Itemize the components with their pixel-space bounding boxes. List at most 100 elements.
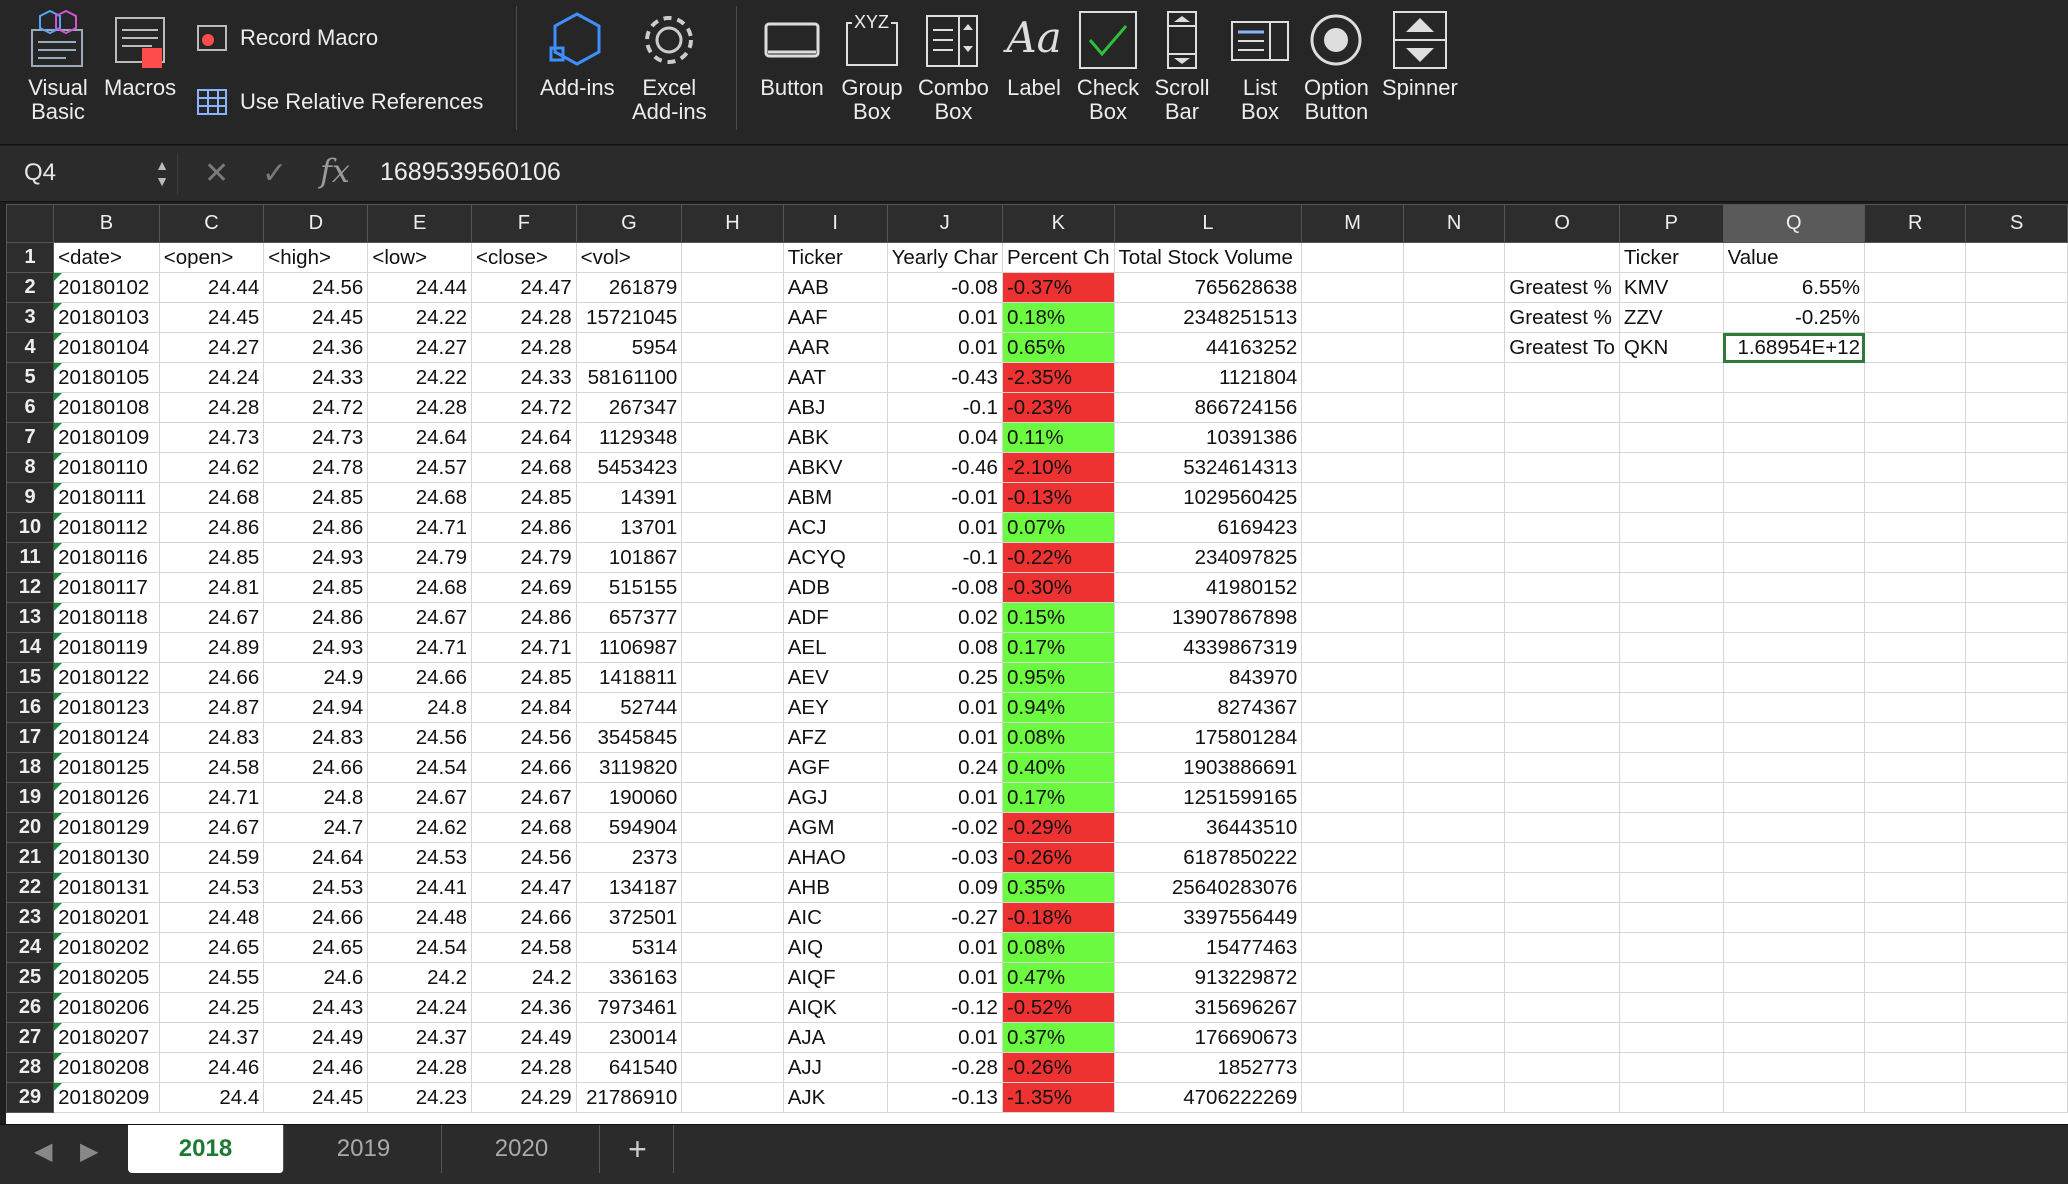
cell-pct[interactable]: -0.18% xyxy=(1001,902,1115,933)
cell-tv[interactable]: 4706222269 xyxy=(1113,1082,1303,1113)
cell-empty[interactable] xyxy=(1301,662,1404,693)
cell-ticker[interactable]: AIQK xyxy=(782,992,888,1023)
cell-pct[interactable]: 0.17% xyxy=(1001,782,1115,813)
cell-empty[interactable] xyxy=(1301,482,1404,513)
cell-empty[interactable] xyxy=(1301,782,1404,813)
group-box-control[interactable]: XYZ Group Box xyxy=(840,8,904,124)
cell-vol[interactable]: 21786910 xyxy=(575,1082,683,1113)
cell-empty[interactable] xyxy=(1863,452,1967,483)
cell-low[interactable]: 24.37 xyxy=(367,1022,473,1053)
cell-p[interactable] xyxy=(1618,662,1724,693)
cell-pct[interactable]: -0.22% xyxy=(1001,542,1115,573)
cell-empty[interactable] xyxy=(1301,1022,1404,1053)
cell-empty[interactable] xyxy=(1402,782,1506,813)
cell-empty[interactable] xyxy=(1402,512,1506,543)
cell-high[interactable]: 24.72 xyxy=(263,392,369,423)
cell-ticker[interactable]: AAB xyxy=(782,272,888,303)
cell-ticker[interactable]: AIC xyxy=(782,902,888,933)
cell-o[interactable]: Greatest To xyxy=(1504,332,1620,363)
cell-empty[interactable] xyxy=(681,512,784,543)
cell-tv[interactable]: 1121804 xyxy=(1113,362,1303,393)
insert-function-icon[interactable]: fx xyxy=(320,152,350,190)
cell-open[interactable]: 24.28 xyxy=(158,392,265,423)
cell-yc[interactable]: -0.43 xyxy=(886,362,1003,393)
cell-ticker[interactable]: AGM xyxy=(782,812,888,843)
cell-empty[interactable] xyxy=(681,752,784,783)
cell-low[interactable]: 24.79 xyxy=(367,542,473,573)
cell-high[interactable]: 24.6 xyxy=(263,962,369,993)
cell-yc[interactable]: 0.04 xyxy=(886,422,1003,453)
column-header-m[interactable]: M xyxy=(1301,204,1404,243)
cell-tv[interactable]: 1029560425 xyxy=(1113,482,1303,513)
cell-close[interactable]: 24.33 xyxy=(471,362,577,393)
cell-empty[interactable] xyxy=(1402,872,1506,903)
cell-empty[interactable] xyxy=(681,482,784,513)
cell-vol[interactable]: 261879 xyxy=(575,272,683,303)
cell-pct[interactable]: -0.30% xyxy=(1001,572,1115,603)
cell-low[interactable]: 24.41 xyxy=(367,872,473,903)
cell-close[interactable]: 24.36 xyxy=(471,992,577,1023)
cell-date[interactable]: 20180207 xyxy=(53,1022,160,1053)
cell-ticker[interactable]: AEL xyxy=(782,632,888,663)
prev-sheet-icon[interactable]: ◀ xyxy=(34,1137,52,1166)
cell-empty[interactable] xyxy=(1965,512,2068,543)
cell-p[interactable]: KMV xyxy=(1618,272,1724,303)
cell-date[interactable]: 20180130 xyxy=(53,842,160,873)
cell-empty[interactable] xyxy=(1301,332,1404,363)
cell-empty[interactable] xyxy=(1402,902,1506,933)
name-box[interactable]: Q4 ▲ ▼ xyxy=(8,153,178,195)
cell-q[interactable] xyxy=(1722,932,1866,963)
cell-p[interactable] xyxy=(1618,632,1724,663)
cell-empty[interactable] xyxy=(1402,752,1506,783)
cell-q[interactable] xyxy=(1722,392,1866,423)
column-header-c[interactable]: C xyxy=(158,204,265,243)
cancel-icon[interactable]: ✕ xyxy=(204,156,229,191)
cell-empty[interactable] xyxy=(1965,902,2068,933)
cell-vol[interactable]: 14391 xyxy=(575,482,683,513)
cell-empty[interactable] xyxy=(1863,812,1967,843)
cell-q[interactable] xyxy=(1722,752,1866,783)
cell-p[interactable] xyxy=(1618,1082,1724,1113)
cell-empty[interactable] xyxy=(1301,572,1404,603)
cell-vol[interactable]: 3545845 xyxy=(575,722,683,753)
cell-low[interactable]: 24.2 xyxy=(367,962,473,993)
cell-vol[interactable]: 230014 xyxy=(575,1022,683,1053)
cell-high[interactable]: 24.46 xyxy=(263,1052,369,1083)
cell-close[interactable]: 24.2 xyxy=(471,962,577,993)
cell-empty[interactable] xyxy=(681,662,784,693)
cell-empty[interactable] xyxy=(1965,632,2068,663)
cell-o[interactable] xyxy=(1504,662,1620,693)
cell-empty[interactable] xyxy=(681,362,784,393)
cell-empty[interactable] xyxy=(1965,302,2068,333)
header-cell[interactable]: <open> xyxy=(158,242,265,273)
cell-low[interactable]: 24.57 xyxy=(367,452,473,483)
cell-vol[interactable]: 7973461 xyxy=(575,992,683,1023)
cell-yc[interactable]: -0.08 xyxy=(886,272,1003,303)
cell-tv[interactable]: 1903886691 xyxy=(1113,752,1303,783)
cell-p[interactable] xyxy=(1618,842,1724,873)
header-cell[interactable]: Ticker xyxy=(1618,242,1724,273)
cell-low[interactable]: 24.71 xyxy=(367,512,473,543)
header-cell[interactable] xyxy=(1965,242,2068,273)
cell-ticker[interactable]: AGF xyxy=(782,752,888,783)
cell-empty[interactable] xyxy=(1402,392,1506,423)
cell-empty[interactable] xyxy=(1863,482,1967,513)
cell-p[interactable] xyxy=(1618,1052,1724,1083)
cell-p[interactable]: QKN xyxy=(1618,332,1724,363)
cell-ticker[interactable]: AJJ xyxy=(782,1052,888,1083)
cell-vol[interactable]: 336163 xyxy=(575,962,683,993)
column-header-g[interactable]: G xyxy=(575,204,683,243)
cell-low[interactable]: 24.62 xyxy=(367,812,473,843)
cell-p[interactable] xyxy=(1618,542,1724,573)
cell-vol[interactable]: 2373 xyxy=(575,842,683,873)
cell-tv[interactable]: 913229872 xyxy=(1113,962,1303,993)
cell-empty[interactable] xyxy=(681,932,784,963)
cell-p[interactable] xyxy=(1618,902,1724,933)
cell-empty[interactable] xyxy=(1301,932,1404,963)
cell-empty[interactable] xyxy=(1965,842,2068,873)
cell-yc[interactable]: -0.12 xyxy=(886,992,1003,1023)
cell-open[interactable]: 24.89 xyxy=(158,632,265,663)
cell-tv[interactable]: 41980152 xyxy=(1113,572,1303,603)
cell-empty[interactable] xyxy=(1965,932,2068,963)
cell-empty[interactable] xyxy=(1863,512,1967,543)
